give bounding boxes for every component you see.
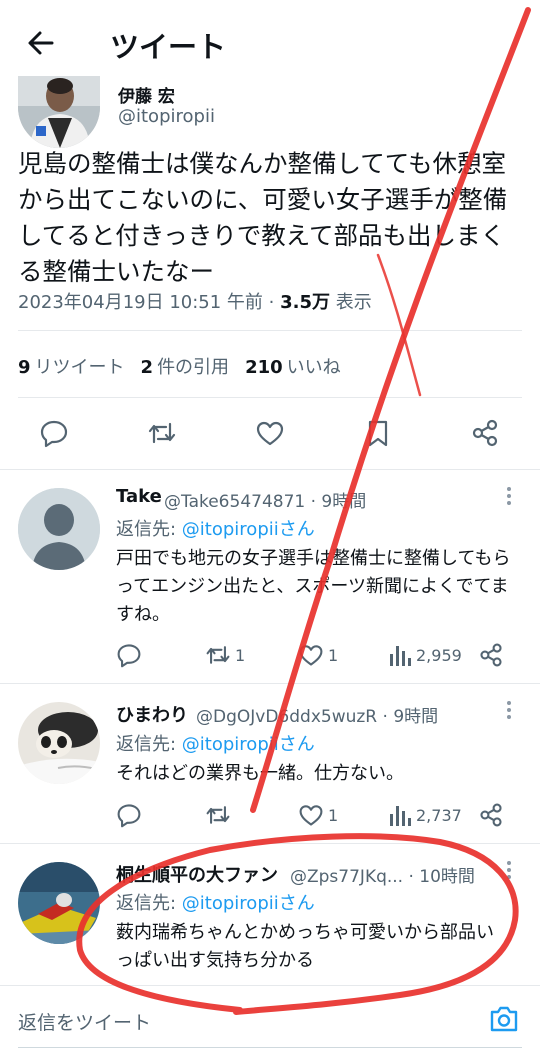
avatar[interactable] — [18, 488, 100, 570]
replying-to: 返信先: @itopiropiiさん — [116, 519, 315, 540]
more-vertical-icon — [507, 701, 511, 719]
author-handle[interactable]: @itopiropii — [118, 106, 215, 127]
replying-to: 返信先: @itopiropiiさん — [116, 893, 315, 914]
share-icon — [480, 803, 502, 827]
more-vertical-icon — [507, 487, 511, 505]
reply-button[interactable] — [39, 418, 69, 448]
reply-author-handle[interactable]: @Zps77JKq... · 10時間 — [290, 862, 475, 887]
reply-author-handle[interactable]: @Take65474871 · 9時間 — [164, 487, 366, 512]
bar-chart-icon — [390, 646, 411, 666]
top-app-bar: ツイート — [0, 0, 540, 88]
speech-bubble-icon — [40, 420, 68, 448]
tweet-stats: 9 リツイート 2 件の引用 210 いいね — [18, 353, 341, 379]
views-count: 2,737 — [416, 805, 462, 825]
mention-link[interactable]: @itopiropiiさん — [182, 734, 315, 755]
retweet-button[interactable]: 1 — [205, 642, 245, 668]
share-button[interactable] — [470, 418, 500, 448]
bookmark-icon — [368, 420, 388, 447]
like-count: 1 — [328, 645, 339, 665]
reply-author-handle[interactable]: @DgOJvD6ddx5wuzR · 9時間 — [196, 702, 438, 727]
divider — [0, 843, 540, 844]
avatar[interactable] — [18, 702, 100, 784]
retweet-icon — [206, 806, 230, 824]
retweet-icon — [206, 646, 230, 664]
reply-author-name[interactable]: 桐生順平の大ファン — [116, 861, 278, 887]
camera-button[interactable] — [488, 1004, 520, 1034]
arrow-left-icon — [28, 31, 54, 55]
more-button[interactable] — [505, 700, 513, 720]
author-name[interactable]: 伊藤 宏 — [118, 82, 175, 107]
like-button[interactable]: 1 — [298, 642, 338, 668]
divider — [0, 985, 540, 986]
share-icon — [480, 643, 502, 667]
views-label: 表示 — [330, 292, 372, 313]
retweet-count: 1 — [235, 645, 246, 665]
views-button[interactable]: 2,959 — [388, 642, 462, 668]
more-button[interactable] — [505, 860, 513, 880]
speech-bubble-icon — [117, 644, 141, 668]
heart-icon — [299, 805, 323, 826]
back-button[interactable] — [24, 26, 58, 60]
retweet-icon — [148, 422, 176, 444]
retweet-button[interactable] — [205, 802, 235, 828]
retweet-button[interactable] — [147, 418, 177, 448]
mention-link[interactable]: @itopiropiiさん — [182, 519, 315, 540]
tweet-timestamp[interactable]: 2023年04月19日 10:51 午前 · — [18, 292, 280, 313]
heart-icon — [299, 645, 323, 666]
divider — [18, 397, 522, 398]
like-button[interactable] — [255, 418, 285, 448]
avatar[interactable] — [18, 862, 100, 944]
bookmark-button[interactable] — [363, 418, 393, 448]
reply-text: 戸田でも地元の女子選手は整備士に整備してもらってエンジン出たと、スポーツ新聞によ… — [116, 548, 511, 625]
reply-button[interactable] — [116, 802, 146, 828]
tweet-text: 児島の整備士は僕なんか整備してても休憩室から出てこないのに、可愛い女子選手が整備… — [18, 149, 508, 286]
views-button[interactable]: 2,737 — [388, 802, 462, 828]
page-title: ツイート — [110, 30, 227, 64]
reply-composer-input[interactable]: 返信をツイート — [18, 1008, 151, 1035]
views-count: 2,959 — [416, 645, 462, 665]
speech-bubble-icon — [117, 804, 141, 828]
mention-link[interactable]: @itopiropiiさん — [182, 893, 315, 914]
author-avatar[interactable] — [18, 76, 100, 148]
divider — [0, 683, 540, 684]
tweet-meta: 2023年04月19日 10:51 午前 · 3.5万 表示 — [18, 288, 372, 314]
more-vertical-icon — [507, 861, 511, 879]
likes-stat[interactable]: 210 いいね — [245, 357, 341, 378]
like-count: 1 — [328, 805, 339, 825]
reply-text: 薮内瑞希ちゃんとかめっちゃ可愛いから部品いっぱい出す気持ち分かる — [116, 922, 494, 971]
reply-text: それはどの業界も一緒。仕方ない。 — [116, 763, 404, 784]
quotes-stat[interactable]: 2 件の引用 — [141, 357, 230, 378]
reply-author-name[interactable]: ひまわり — [116, 701, 188, 727]
views-count: 3.5万 — [280, 292, 330, 313]
share-icon — [472, 419, 498, 447]
more-button[interactable] — [505, 486, 513, 506]
divider — [18, 330, 522, 331]
replying-to: 返信先: @itopiropiiさん — [116, 734, 315, 755]
divider — [0, 469, 540, 470]
camera-icon — [490, 1006, 518, 1032]
like-button[interactable]: 1 — [298, 802, 338, 828]
bar-chart-icon — [390, 806, 411, 826]
heart-icon — [256, 421, 284, 446]
reply-author-name[interactable]: Take — [116, 486, 162, 507]
default-user-icon — [18, 488, 100, 570]
composer-underline — [18, 1047, 522, 1048]
retweets-stat[interactable]: 9 リツイート — [18, 357, 125, 378]
share-button[interactable] — [478, 642, 508, 668]
share-button[interactable] — [478, 802, 508, 828]
reply-button[interactable] — [116, 642, 146, 668]
